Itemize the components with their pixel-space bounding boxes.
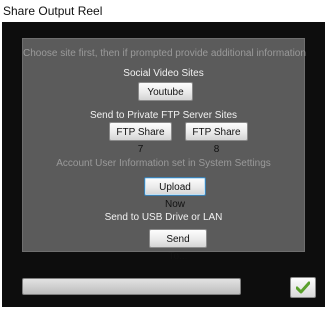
send-to-button[interactable]: Send To... — [149, 229, 207, 262]
checkmark-icon — [296, 281, 310, 294]
youtube-button[interactable]: Youtube — [138, 82, 193, 101]
upload-now-button[interactable]: Upload Now — [144, 177, 206, 210]
usb-lan-heading: Send to USB Drive or LAN — [104, 212, 223, 223]
account-info-hint: Account User Information set in System S… — [56, 158, 271, 169]
instructions-text: Choose site first, then if prompted prov… — [23, 48, 306, 59]
upload-progress-bar — [22, 278, 241, 295]
ftp-share-7-button[interactable]: FTP Share 7 — [109, 122, 172, 155]
window-titlebar: Share Output Reel — [0, 0, 327, 22]
social-sites-heading: Social Video Sites — [123, 68, 204, 79]
ok-button[interactable] — [290, 277, 316, 298]
window-title: Share Output Reel — [3, 4, 103, 18]
share-options-panel: Choose site first, then if prompted prov… — [22, 38, 306, 262]
ftp-sites-heading: Send to Private FTP Server Sites — [89, 110, 238, 121]
ftp-share-8-button[interactable]: FTP Share 8 — [185, 122, 248, 155]
